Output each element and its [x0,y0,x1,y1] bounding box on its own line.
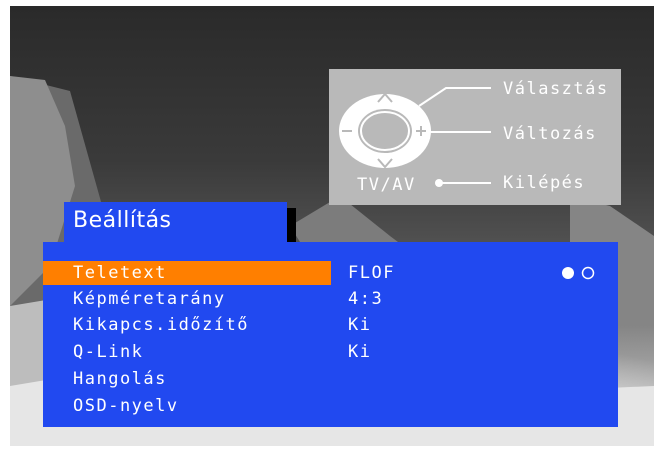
menu-item-value: 4:3 [348,289,384,309]
exit-label: Kilépés [503,173,586,193]
menu-item-tuning[interactable]: Hangolás [43,367,618,391]
menu-item-value: Ki [348,342,372,362]
tv-av-label: TV/AV [357,175,416,195]
select-label: Választás [503,79,609,99]
remote-control-legend: Választás Változás Kilépés TV/AV [329,69,621,205]
menu-item-value: Ki [348,315,372,335]
menu-item-q-link[interactable]: Q-Link Ki [43,340,618,364]
menu-item-label: OSD-nyelv [73,396,179,416]
change-label: Változás [503,124,597,144]
menu-item-osd-language[interactable]: OSD-nyelv [43,394,618,418]
menu-item-label: Hangolás [73,369,167,389]
menu-item-teletext[interactable]: Teletext FLOF [43,261,618,285]
page-indicator-icon [562,266,595,280]
settings-menu: Teletext FLOF Képméretarány 4:3 Kikapcs.… [43,242,618,427]
menu-item-label: Teletext [43,261,331,285]
menu-item-off-timer[interactable]: Kikapcs.időzítő Ki [43,313,618,337]
menu-item-value: FLOF [348,263,395,283]
menu-item-label: Q-Link [73,342,144,362]
menu-item-label: Képméretarány [73,289,226,309]
menu-item-aspect-ratio[interactable]: Képméretarány 4:3 [43,287,618,311]
menu-title: Beállítás [64,202,287,242]
menu-item-label: Kikapcs.időzítő [73,315,250,335]
